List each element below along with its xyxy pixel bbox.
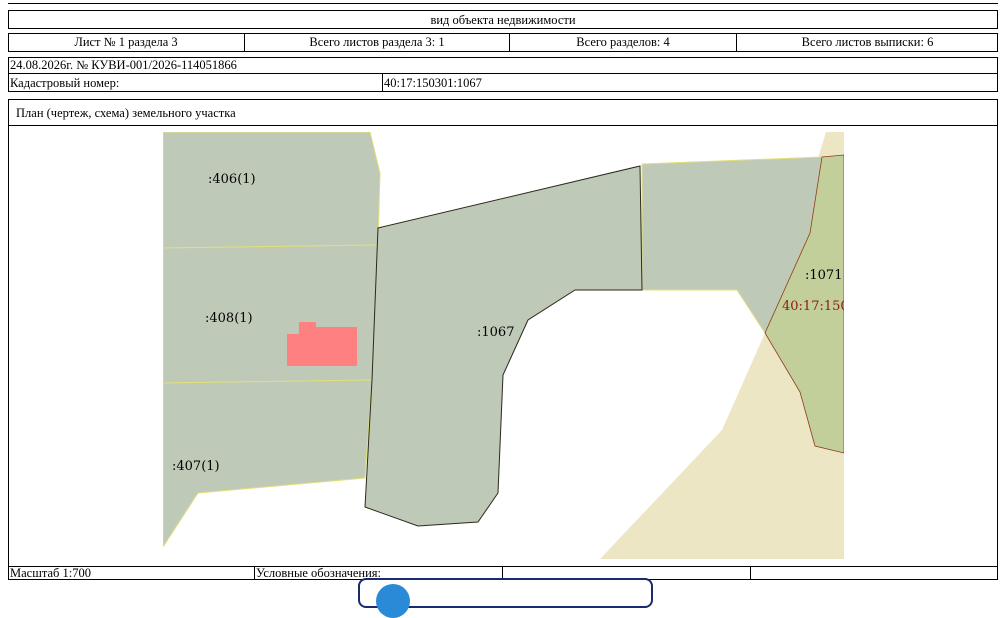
divider [254,566,255,580]
parcel-406 [163,132,381,249]
label-407: :407(1) [172,459,220,474]
toolbar-circle-icon[interactable] [376,584,410,618]
label-408: :408(1) [205,311,253,326]
label-1071: :1071 [805,268,842,283]
land-plot-map: :406(1) :408(1) :407(1) :1067 :1071 40:1… [163,132,849,559]
parcel-1067 [364,165,643,527]
label-406: :406(1) [208,172,256,187]
scale-cell: Масштаб 1:700 [10,566,91,580]
divider [750,566,751,580]
label-1067: :1067 [477,325,514,340]
scale-label: Масштаб 1:700 [10,566,91,580]
label-150: 40:17:150 [782,299,849,314]
floating-toolbar[interactable] [358,578,653,618]
